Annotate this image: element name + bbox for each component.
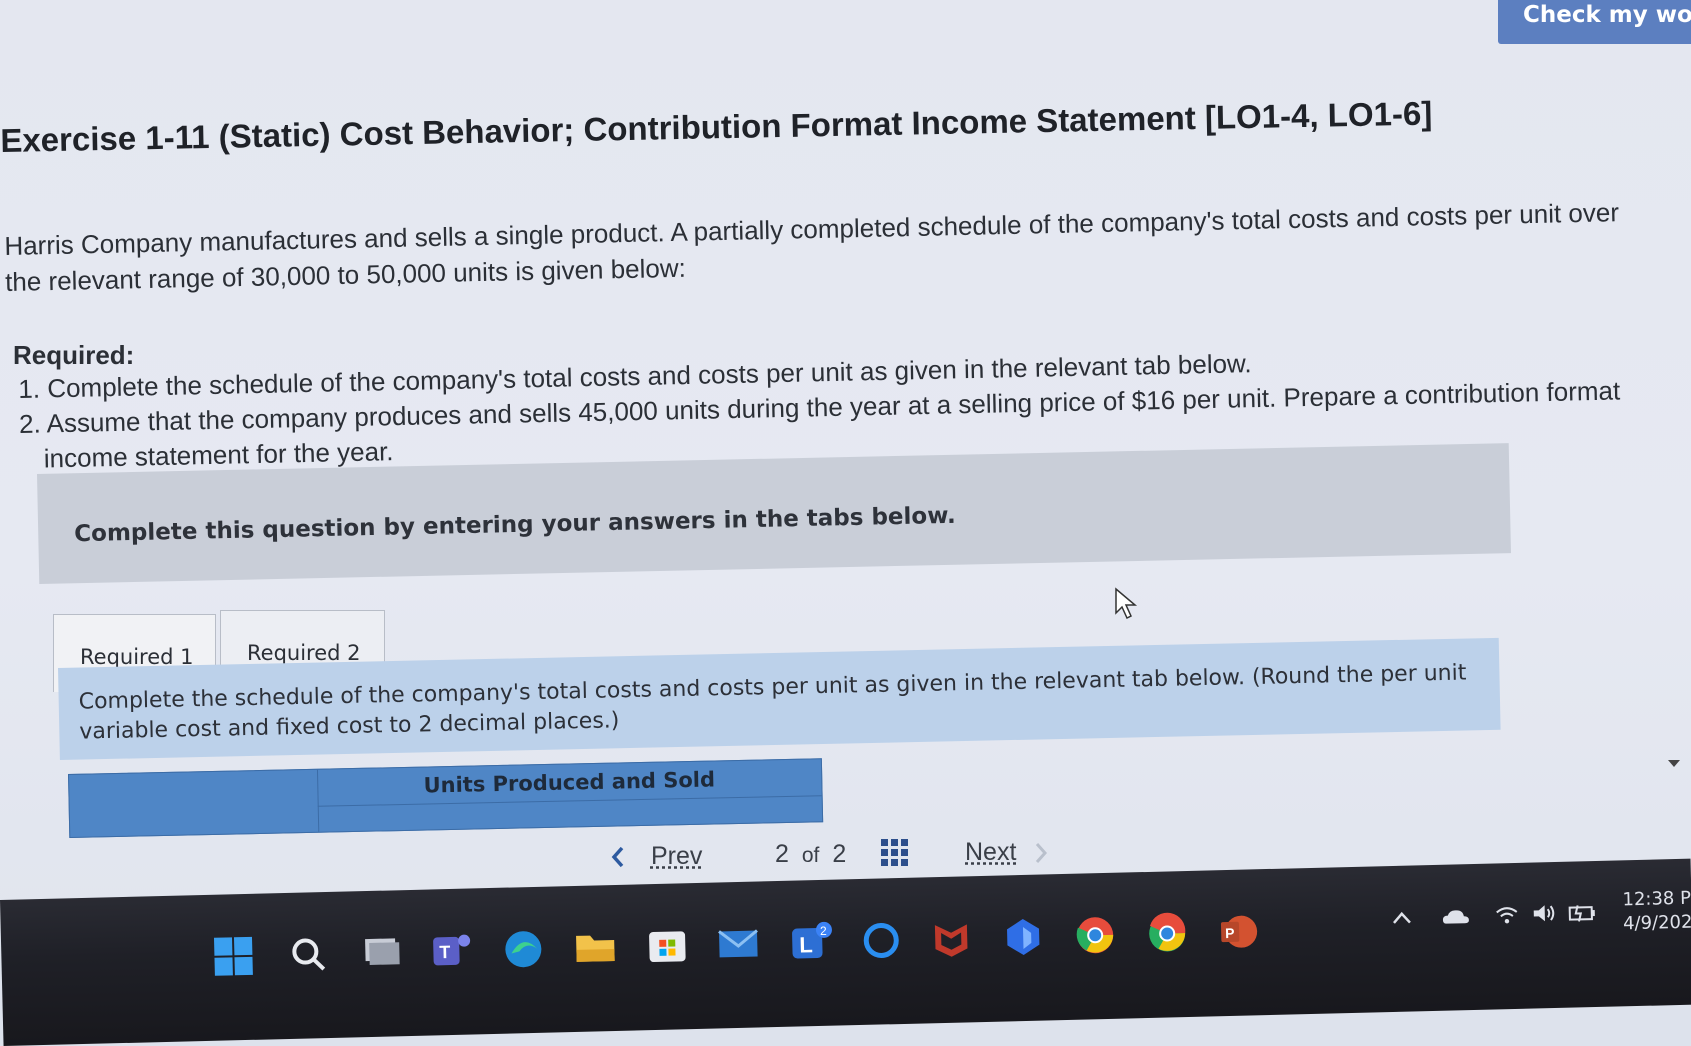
- battery-icon[interactable]: [1567, 901, 1598, 924]
- current-page: 2: [775, 840, 789, 868]
- svg-text:L: L: [799, 932, 813, 957]
- of-label: of: [801, 844, 820, 867]
- edge-icon[interactable]: [501, 927, 546, 972]
- svg-text:T: T: [439, 942, 450, 962]
- copilot-icon[interactable]: [1001, 914, 1046, 959]
- mcafee-icon[interactable]: [929, 916, 974, 961]
- mail-icon[interactable]: [716, 921, 761, 966]
- scroll-down-icon[interactable]: [1668, 760, 1680, 767]
- task-view-icon[interactable]: [359, 930, 404, 975]
- table-header-blank-cell: [69, 769, 320, 837]
- store-icon[interactable]: [645, 923, 690, 968]
- grid-menu-icon[interactable]: [880, 838, 910, 868]
- instruction-text: Complete this question by entering your …: [73, 502, 956, 548]
- mouse-cursor-icon: [1115, 587, 1138, 620]
- total-pages: 2: [832, 840, 847, 868]
- exercise-title: Exercise 1-11 (Static) Cost Behavior; Co…: [0, 94, 1433, 159]
- schedule-table-header: Units Produced and Sold: [68, 758, 824, 838]
- next-button[interactable]: Next: [965, 838, 1049, 867]
- powerpoint-icon[interactable]: P: [1217, 909, 1262, 954]
- required-heading: Required:: [13, 340, 135, 370]
- chrome-profile-icon[interactable]: [1145, 911, 1190, 956]
- launcher-icon[interactable]: L2: [788, 920, 833, 965]
- onedrive-icon[interactable]: [1441, 906, 1471, 927]
- panel-instruction-text: Complete the schedule of the company's t…: [78, 660, 1467, 745]
- clock-time: 12:38 PM: [1622, 887, 1691, 911]
- chevron-up-icon[interactable]: [1391, 909, 1413, 926]
- teams-icon[interactable]: T: [429, 928, 474, 973]
- prev-label: Prev: [650, 842, 703, 870]
- page-counter: 2 of 2: [775, 840, 846, 869]
- cortana-icon[interactable]: [859, 918, 904, 963]
- chevron-left-icon: [611, 847, 624, 868]
- system-clock[interactable]: 12:38 PM 4/9/2024: [1622, 886, 1691, 936]
- assignment-page: Check my work Exercise 1-11 (Static) Cos…: [0, 0, 1691, 930]
- svg-text:2: 2: [820, 924, 827, 938]
- prev-button[interactable]: Prev: [610, 842, 702, 871]
- volume-icon[interactable]: [1531, 902, 1558, 925]
- check-my-work-button[interactable]: Check my work: [1498, 0, 1691, 44]
- table-header-units: Units Produced and Sold: [316, 759, 822, 807]
- file-explorer-icon[interactable]: [573, 925, 618, 970]
- search-icon[interactable]: [286, 932, 331, 977]
- windows-start-icon[interactable]: [211, 934, 256, 979]
- wifi-icon[interactable]: [1495, 905, 1519, 926]
- next-label: Next: [965, 838, 1017, 866]
- chevron-right-icon: [1036, 843, 1048, 864]
- exercise-intro: Harris Company manufactures and sells a …: [4, 197, 1620, 297]
- svg-text:P: P: [1225, 925, 1235, 941]
- clock-date: 4/9/2024: [1622, 911, 1691, 935]
- chrome-icon[interactable]: [1073, 913, 1118, 958]
